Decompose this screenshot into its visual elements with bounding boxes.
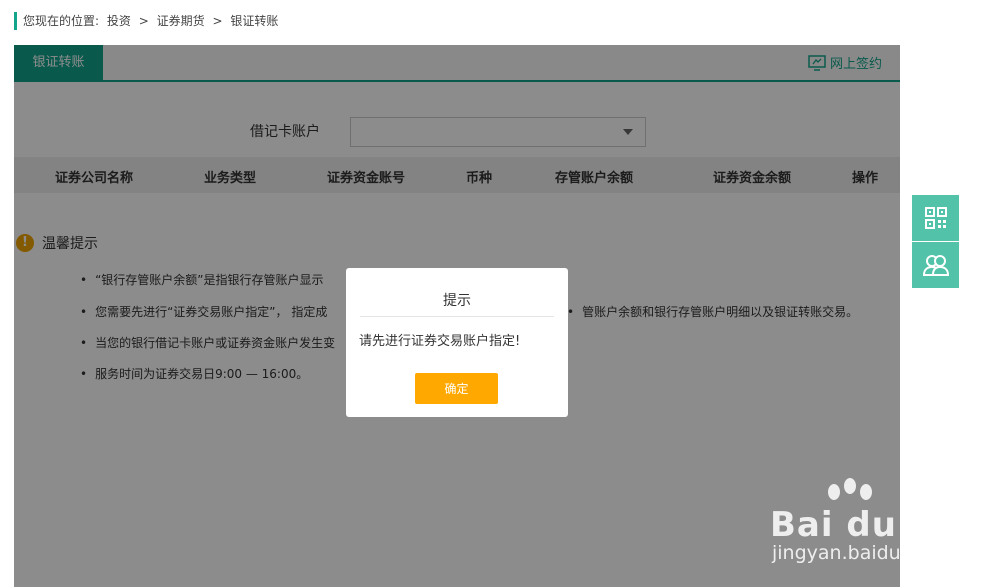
breadcrumb-item-invest[interactable]: 投资 <box>107 14 131 28</box>
breadcrumb: 您现在的位置: 投资 > 证券期货 > 银证转账 <box>14 12 282 30</box>
alert-dialog: 提示 请先进行证券交易账户指定! 确定 <box>346 268 568 417</box>
qr-code-icon <box>924 207 947 229</box>
dialog-divider <box>360 316 554 317</box>
breadcrumb-separator: > <box>212 14 223 28</box>
breadcrumb-separator: > <box>138 14 149 28</box>
confirm-button[interactable]: 确定 <box>415 373 498 404</box>
customer-service-icon <box>922 255 949 276</box>
breadcrumb-item-current: 银证转账 <box>230 14 279 28</box>
dialog-title: 提示 <box>443 293 471 309</box>
watermark-sub: jingyan.baidu.com <box>772 542 948 564</box>
dialog-message: 请先进行证券交易账户指定! <box>359 334 521 349</box>
breadcrumb-prefix: 您现在的位置: <box>23 14 100 28</box>
breadcrumb-item-securities[interactable]: 证券期货 <box>157 14 205 28</box>
customer-service-button[interactable] <box>912 242 959 288</box>
watermark-main: Bai du 经验 <box>770 505 980 545</box>
qr-code-button[interactable] <box>912 195 959 241</box>
